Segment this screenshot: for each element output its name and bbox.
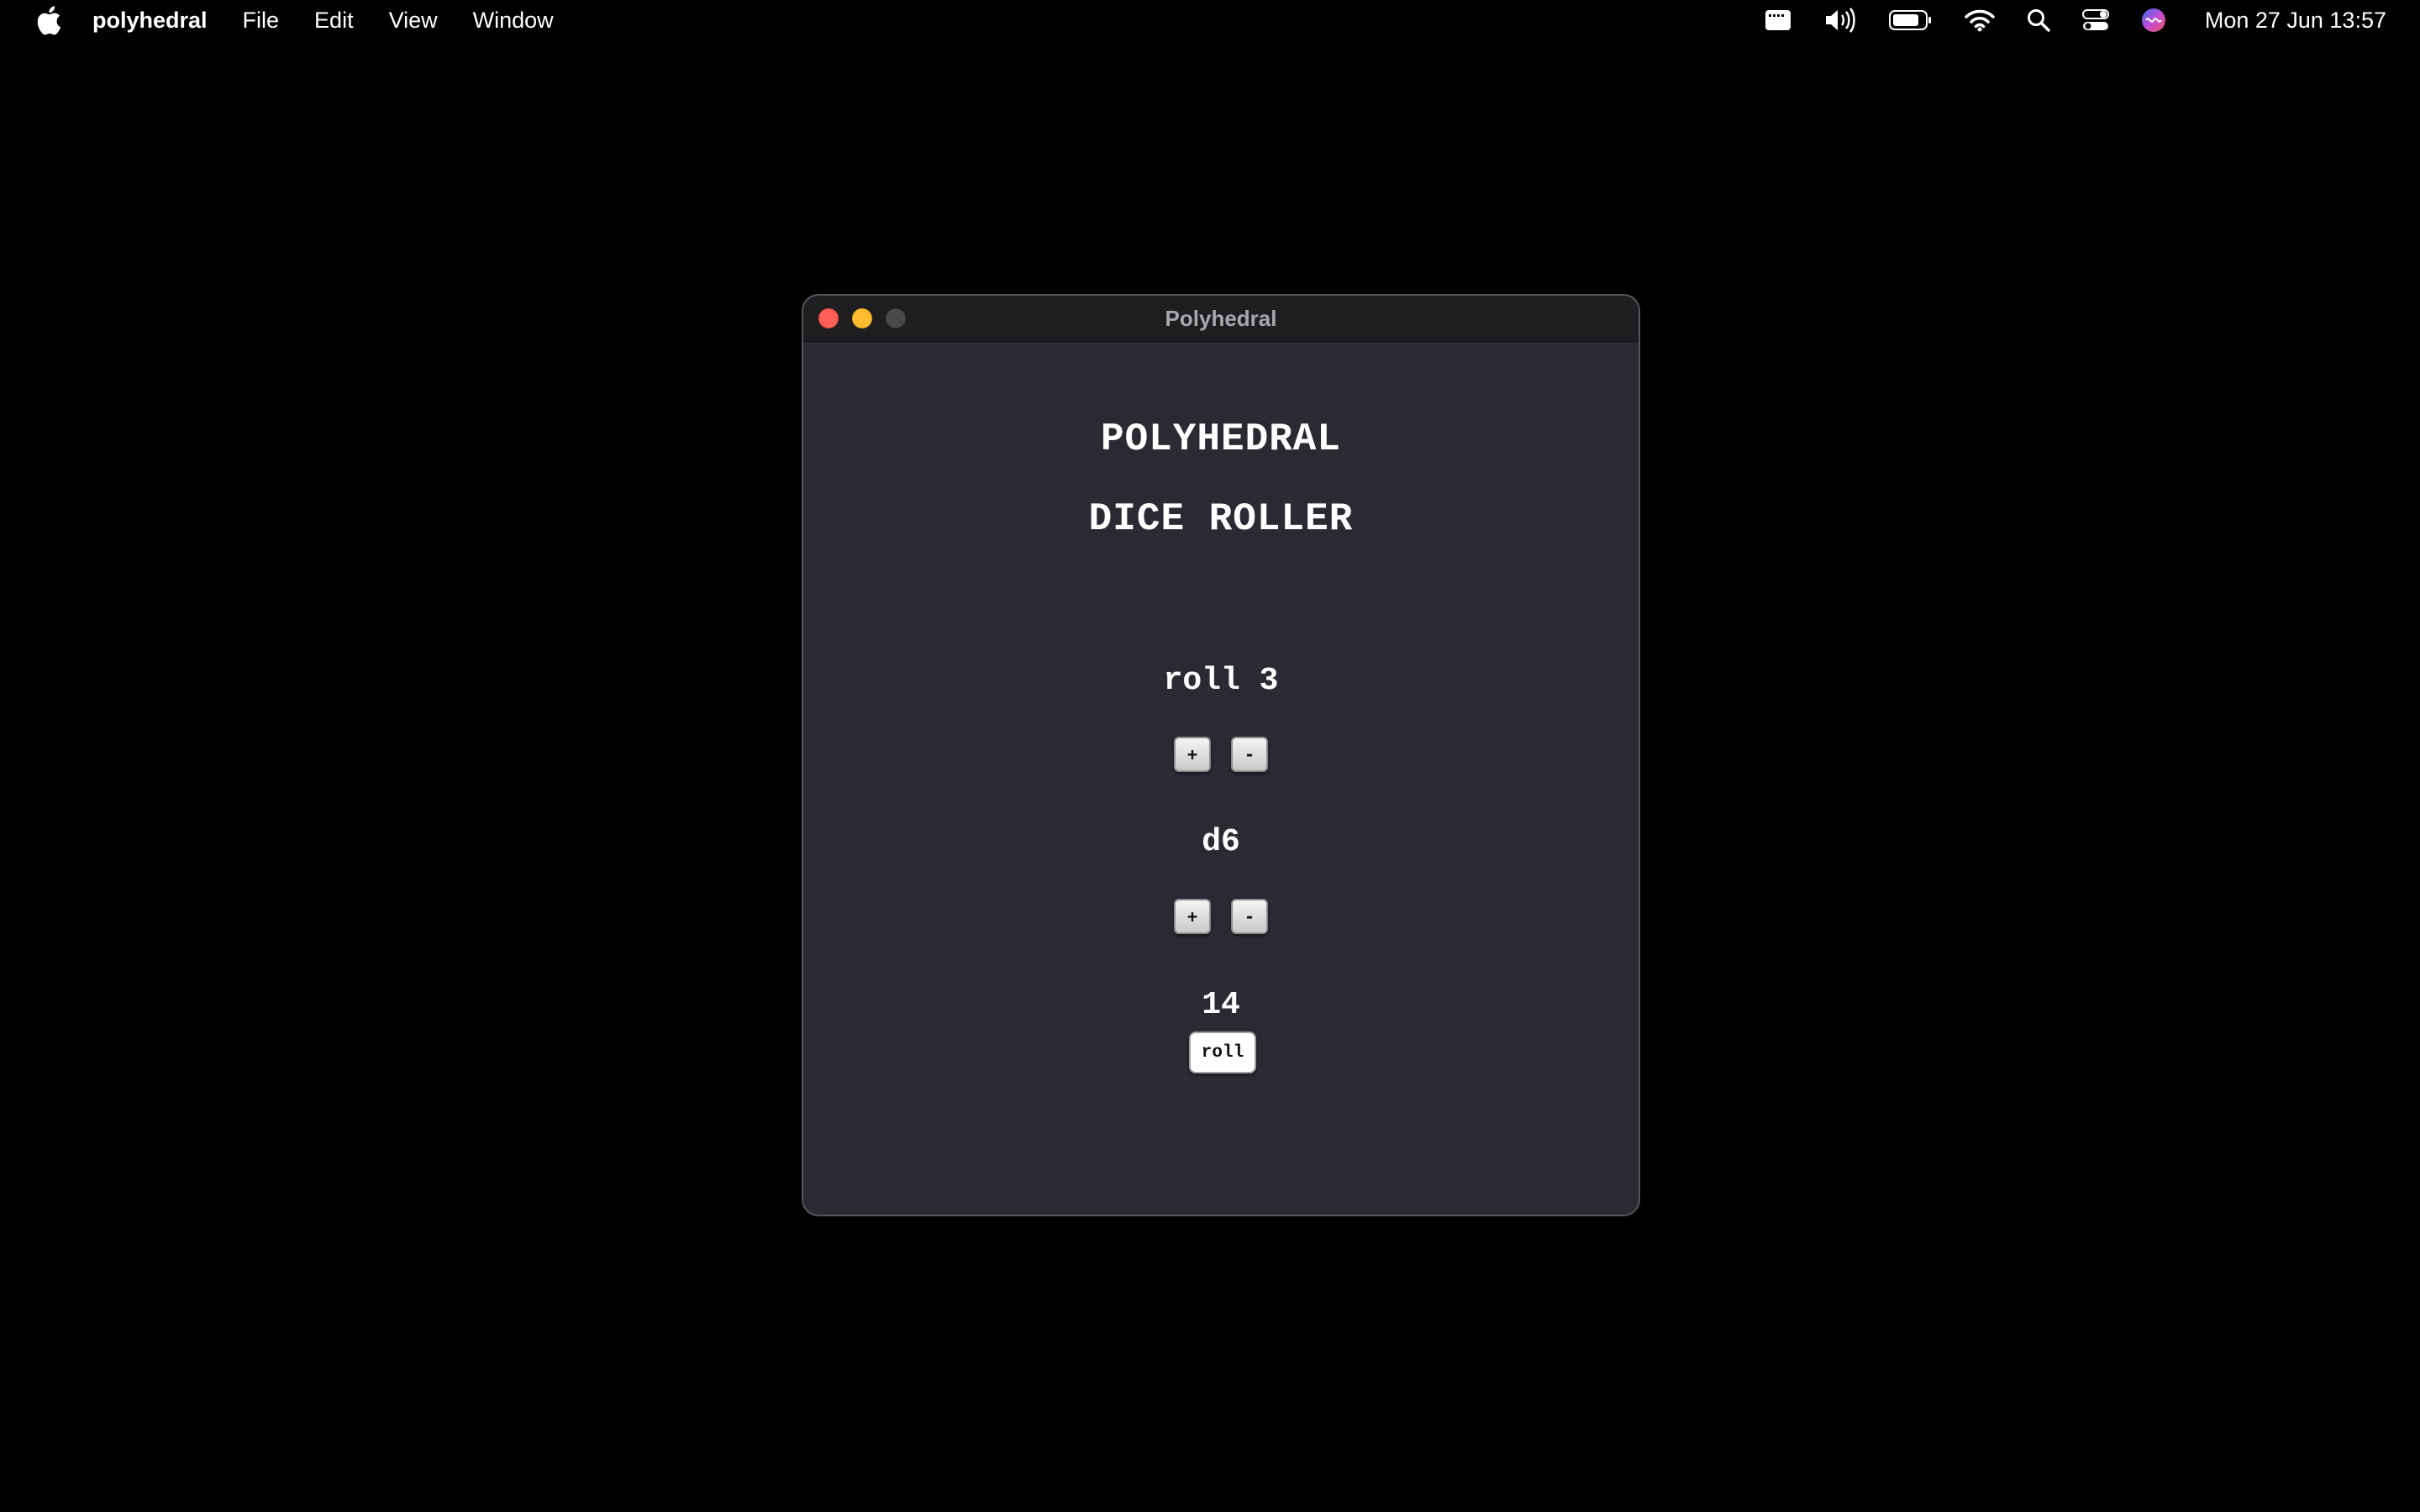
die-type-decrease-button[interactable]: - bbox=[1231, 899, 1268, 934]
menu-file[interactable]: File bbox=[243, 0, 280, 40]
menu-app-name[interactable]: polyhedral bbox=[92, 0, 208, 40]
dice-roller-panel: POLYHEDRAL DICE ROLLER roll 3 + - d6 + -… bbox=[803, 342, 1639, 1215]
dice-count-increase-button[interactable]: + bbox=[1174, 737, 1211, 772]
dice-count-decrease-button[interactable]: - bbox=[1231, 737, 1268, 772]
roll-result: 14 bbox=[1202, 987, 1240, 1023]
screen-recording-icon[interactable] bbox=[1765, 0, 1791, 40]
control-center-icon[interactable] bbox=[2081, 0, 2109, 40]
app-heading-line-1: POLYHEDRAL bbox=[1100, 417, 1342, 461]
menu-bar-right: Mon 27 Jun 13:57 bbox=[1733, 0, 2420, 40]
window-title: Polyhedral bbox=[1165, 306, 1277, 331]
battery-icon[interactable] bbox=[1888, 0, 1933, 40]
menu-bar-left: polyhedral File Edit View Window bbox=[0, 0, 589, 40]
search-icon[interactable] bbox=[2027, 0, 2050, 40]
window-titlebar[interactable]: Polyhedral bbox=[803, 296, 1639, 342]
menu-bar: polyhedral File Edit View Window Mon 27 … bbox=[0, 0, 2420, 40]
menu-bar-clock[interactable]: Mon 27 Jun 13:57 bbox=[2205, 8, 2386, 34]
menu-window[interactable]: Window bbox=[473, 0, 554, 40]
die-type-controls: + - bbox=[803, 899, 1639, 934]
roll-button[interactable]: roll bbox=[1189, 1032, 1256, 1074]
apple-logo-icon[interactable] bbox=[34, 3, 64, 37]
app-window: Polyhedral POLYHEDRAL DICE ROLLER roll 3… bbox=[802, 294, 1640, 1216]
dice-count-controls: + - bbox=[803, 737, 1639, 772]
wifi-icon[interactable] bbox=[1965, 0, 1995, 40]
dice-count-label: roll 3 bbox=[1163, 663, 1279, 699]
menu-view[interactable]: View bbox=[389, 0, 438, 40]
die-type-increase-button[interactable]: + bbox=[1174, 899, 1211, 934]
menu-edit[interactable]: Edit bbox=[314, 0, 354, 40]
app-heading-line-2: DICE ROLLER bbox=[1088, 497, 1354, 541]
siri-icon[interactable] bbox=[2141, 0, 2166, 40]
volume-icon[interactable] bbox=[1823, 0, 1857, 40]
die-type-label: d6 bbox=[1202, 824, 1240, 860]
